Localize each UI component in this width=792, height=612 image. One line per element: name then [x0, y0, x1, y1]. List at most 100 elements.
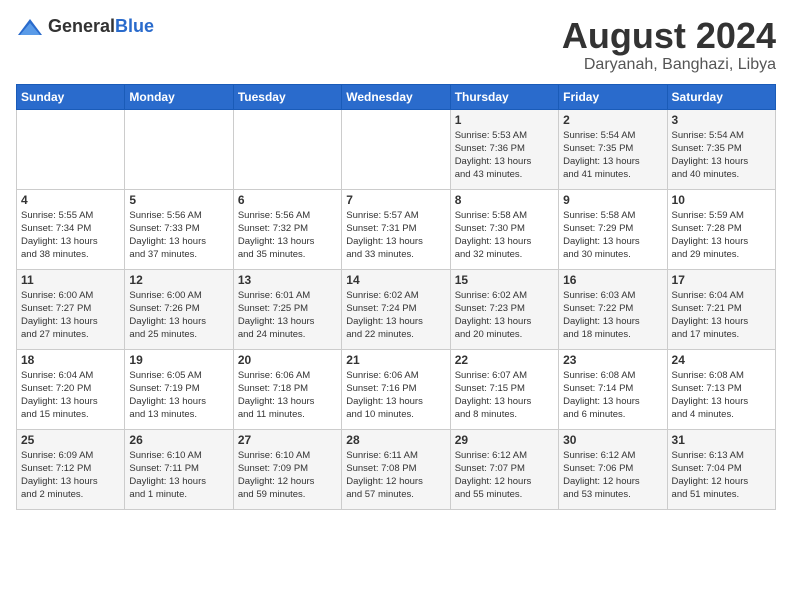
calendar-cell: 28 Sunrise: 6:11 AM Sunset: 7:08 PM Dayli… — [342, 429, 450, 509]
day-number: 12 — [129, 273, 228, 287]
day-info: Sunrise: 5:59 AM Sunset: 7:28 PM Dayligh… — [672, 209, 771, 262]
calendar-cell: 27 Sunrise: 6:10 AM Sunset: 7:09 PM Dayli… — [233, 429, 341, 509]
weekday-header-friday: Friday — [559, 84, 667, 109]
day-number: 27 — [238, 433, 337, 447]
weekday-header-sunday: Sunday — [17, 84, 125, 109]
day-number: 30 — [563, 433, 662, 447]
day-number: 23 — [563, 353, 662, 367]
day-info: Sunrise: 6:10 AM Sunset: 7:09 PM Dayligh… — [238, 449, 337, 502]
day-number: 17 — [672, 273, 771, 287]
day-number: 9 — [563, 193, 662, 207]
day-info: Sunrise: 6:11 AM Sunset: 7:08 PM Dayligh… — [346, 449, 445, 502]
calendar-cell: 10 Sunrise: 5:59 AM Sunset: 7:28 PM Dayli… — [667, 189, 775, 269]
day-number: 20 — [238, 353, 337, 367]
day-info: Sunrise: 6:00 AM Sunset: 7:27 PM Dayligh… — [21, 289, 120, 342]
day-number: 15 — [455, 273, 554, 287]
logo-text-blue: Blue — [115, 16, 154, 36]
month-title: August 2024 — [562, 16, 776, 56]
day-number: 24 — [672, 353, 771, 367]
calendar-cell: 19Sunrise: 6:05 AM Sunset: 7:19 PM Dayli… — [125, 349, 233, 429]
calendar-cell: 15 Sunrise: 6:02 AM Sunset: 7:23 PM Dayli… — [450, 269, 558, 349]
calendar-week-4: 18 Sunrise: 6:04 AM Sunset: 7:20 PM Dayli… — [17, 349, 776, 429]
weekday-header-wednesday: Wednesday — [342, 84, 450, 109]
day-number: 16 — [563, 273, 662, 287]
weekday-header-saturday: Saturday — [667, 84, 775, 109]
calendar-cell: 9Sunrise: 5:58 AM Sunset: 7:29 PM Daylig… — [559, 189, 667, 269]
calendar-cell: 21Sunrise: 6:06 AM Sunset: 7:16 PM Dayli… — [342, 349, 450, 429]
day-number: 28 — [346, 433, 445, 447]
day-info: Sunrise: 6:06 AM Sunset: 7:18 PM Dayligh… — [238, 369, 337, 422]
day-number: 25 — [21, 433, 120, 447]
calendar-cell: 2 Sunrise: 5:54 AM Sunset: 7:35 PM Daylig… — [559, 109, 667, 189]
day-info: Sunrise: 5:54 AM Sunset: 7:35 PM Dayligh… — [563, 129, 662, 182]
day-number: 3 — [672, 113, 771, 127]
day-number: 6 — [238, 193, 337, 207]
day-info: Sunrise: 6:02 AM Sunset: 7:23 PM Dayligh… — [455, 289, 554, 342]
calendar-cell: 23 Sunrise: 6:08 AM Sunset: 7:14 PM Dayli… — [559, 349, 667, 429]
day-number: 31 — [672, 433, 771, 447]
day-info: Sunrise: 5:53 AM Sunset: 7:36 PM Dayligh… — [455, 129, 554, 182]
day-info: Sunrise: 5:58 AM Sunset: 7:30 PM Dayligh… — [455, 209, 554, 262]
day-info: Sunrise: 6:04 AM Sunset: 7:21 PM Dayligh… — [672, 289, 771, 342]
calendar-cell: 17 Sunrise: 6:04 AM Sunset: 7:21 PM Dayli… — [667, 269, 775, 349]
calendar-cell: 13 Sunrise: 6:01 AM Sunset: 7:25 PM Dayli… — [233, 269, 341, 349]
day-info: Sunrise: 6:08 AM Sunset: 7:14 PM Dayligh… — [563, 369, 662, 422]
day-info: Sunrise: 6:13 AM Sunset: 7:04 PM Dayligh… — [672, 449, 771, 502]
calendar-cell: 4 Sunrise: 5:55 AM Sunset: 7:34 PM Daylig… — [17, 189, 125, 269]
calendar-cell: 7Sunrise: 5:57 AM Sunset: 7:31 PM Daylig… — [342, 189, 450, 269]
day-info: Sunrise: 6:08 AM Sunset: 7:13 PM Dayligh… — [672, 369, 771, 422]
calendar-cell: 22Sunrise: 6:07 AM Sunset: 7:15 PM Dayli… — [450, 349, 558, 429]
calendar-cell: 12 Sunrise: 6:00 AM Sunset: 7:26 PM Dayli… — [125, 269, 233, 349]
day-number: 26 — [129, 433, 228, 447]
day-number: 4 — [21, 193, 120, 207]
day-number: 22 — [455, 353, 554, 367]
day-info: Sunrise: 6:03 AM Sunset: 7:22 PM Dayligh… — [563, 289, 662, 342]
calendar-cell: 14 Sunrise: 6:02 AM Sunset: 7:24 PM Dayli… — [342, 269, 450, 349]
calendar-cell — [342, 109, 450, 189]
calendar-cell — [125, 109, 233, 189]
logo-text-general: General — [48, 16, 115, 36]
day-info: Sunrise: 6:00 AM Sunset: 7:26 PM Dayligh… — [129, 289, 228, 342]
day-info: Sunrise: 5:57 AM Sunset: 7:31 PM Dayligh… — [346, 209, 445, 262]
day-number: 1 — [455, 113, 554, 127]
calendar-week-3: 11Sunrise: 6:00 AM Sunset: 7:27 PM Dayli… — [17, 269, 776, 349]
calendar-cell: 16 Sunrise: 6:03 AM Sunset: 7:22 PM Dayli… — [559, 269, 667, 349]
day-info: Sunrise: 6:02 AM Sunset: 7:24 PM Dayligh… — [346, 289, 445, 342]
calendar-cell: 31 Sunrise: 6:13 AM Sunset: 7:04 PM Dayli… — [667, 429, 775, 509]
day-number: 10 — [672, 193, 771, 207]
day-number: 13 — [238, 273, 337, 287]
day-info: Sunrise: 5:55 AM Sunset: 7:34 PM Dayligh… — [21, 209, 120, 262]
calendar-body: 1 Sunrise: 5:53 AM Sunset: 7:36 PM Daylig… — [17, 109, 776, 509]
day-info: Sunrise: 5:54 AM Sunset: 7:35 PM Dayligh… — [672, 129, 771, 182]
day-info: Sunrise: 6:04 AM Sunset: 7:20 PM Dayligh… — [21, 369, 120, 422]
day-number: 21 — [346, 353, 445, 367]
day-number: 14 — [346, 273, 445, 287]
calendar-cell: 30Sunrise: 6:12 AM Sunset: 7:06 PM Dayli… — [559, 429, 667, 509]
day-number: 19 — [129, 353, 228, 367]
header: GeneralBlue August 2024 Daryanah, Bangha… — [16, 16, 776, 74]
calendar-week-5: 25 Sunrise: 6:09 AM Sunset: 7:12 PM Dayli… — [17, 429, 776, 509]
calendar-week-1: 1 Sunrise: 5:53 AM Sunset: 7:36 PM Daylig… — [17, 109, 776, 189]
day-info: Sunrise: 6:09 AM Sunset: 7:12 PM Dayligh… — [21, 449, 120, 502]
calendar-cell: 24 Sunrise: 6:08 AM Sunset: 7:13 PM Dayli… — [667, 349, 775, 429]
day-info: Sunrise: 6:12 AM Sunset: 7:07 PM Dayligh… — [455, 449, 554, 502]
calendar-cell — [17, 109, 125, 189]
calendar-cell: 6Sunrise: 5:56 AM Sunset: 7:32 PM Daylig… — [233, 189, 341, 269]
calendar-cell: 26 Sunrise: 6:10 AM Sunset: 7:11 PM Dayli… — [125, 429, 233, 509]
title-area: August 2024 Daryanah, Banghazi, Libya — [562, 16, 776, 74]
weekday-header-row: SundayMondayTuesdayWednesdayThursdayFrid… — [17, 84, 776, 109]
calendar-cell: 1 Sunrise: 5:53 AM Sunset: 7:36 PM Daylig… — [450, 109, 558, 189]
calendar-week-2: 4 Sunrise: 5:55 AM Sunset: 7:34 PM Daylig… — [17, 189, 776, 269]
weekday-header-monday: Monday — [125, 84, 233, 109]
day-number: 5 — [129, 193, 228, 207]
day-number: 8 — [455, 193, 554, 207]
calendar-cell: 29Sunrise: 6:12 AM Sunset: 7:07 PM Dayli… — [450, 429, 558, 509]
weekday-header-thursday: Thursday — [450, 84, 558, 109]
day-number: 18 — [21, 353, 120, 367]
day-info: Sunrise: 6:01 AM Sunset: 7:25 PM Dayligh… — [238, 289, 337, 342]
calendar-cell — [233, 109, 341, 189]
day-number: 2 — [563, 113, 662, 127]
day-info: Sunrise: 6:10 AM Sunset: 7:11 PM Dayligh… — [129, 449, 228, 502]
calendar-cell: 18 Sunrise: 6:04 AM Sunset: 7:20 PM Dayli… — [17, 349, 125, 429]
location-title: Daryanah, Banghazi, Libya — [562, 56, 776, 74]
